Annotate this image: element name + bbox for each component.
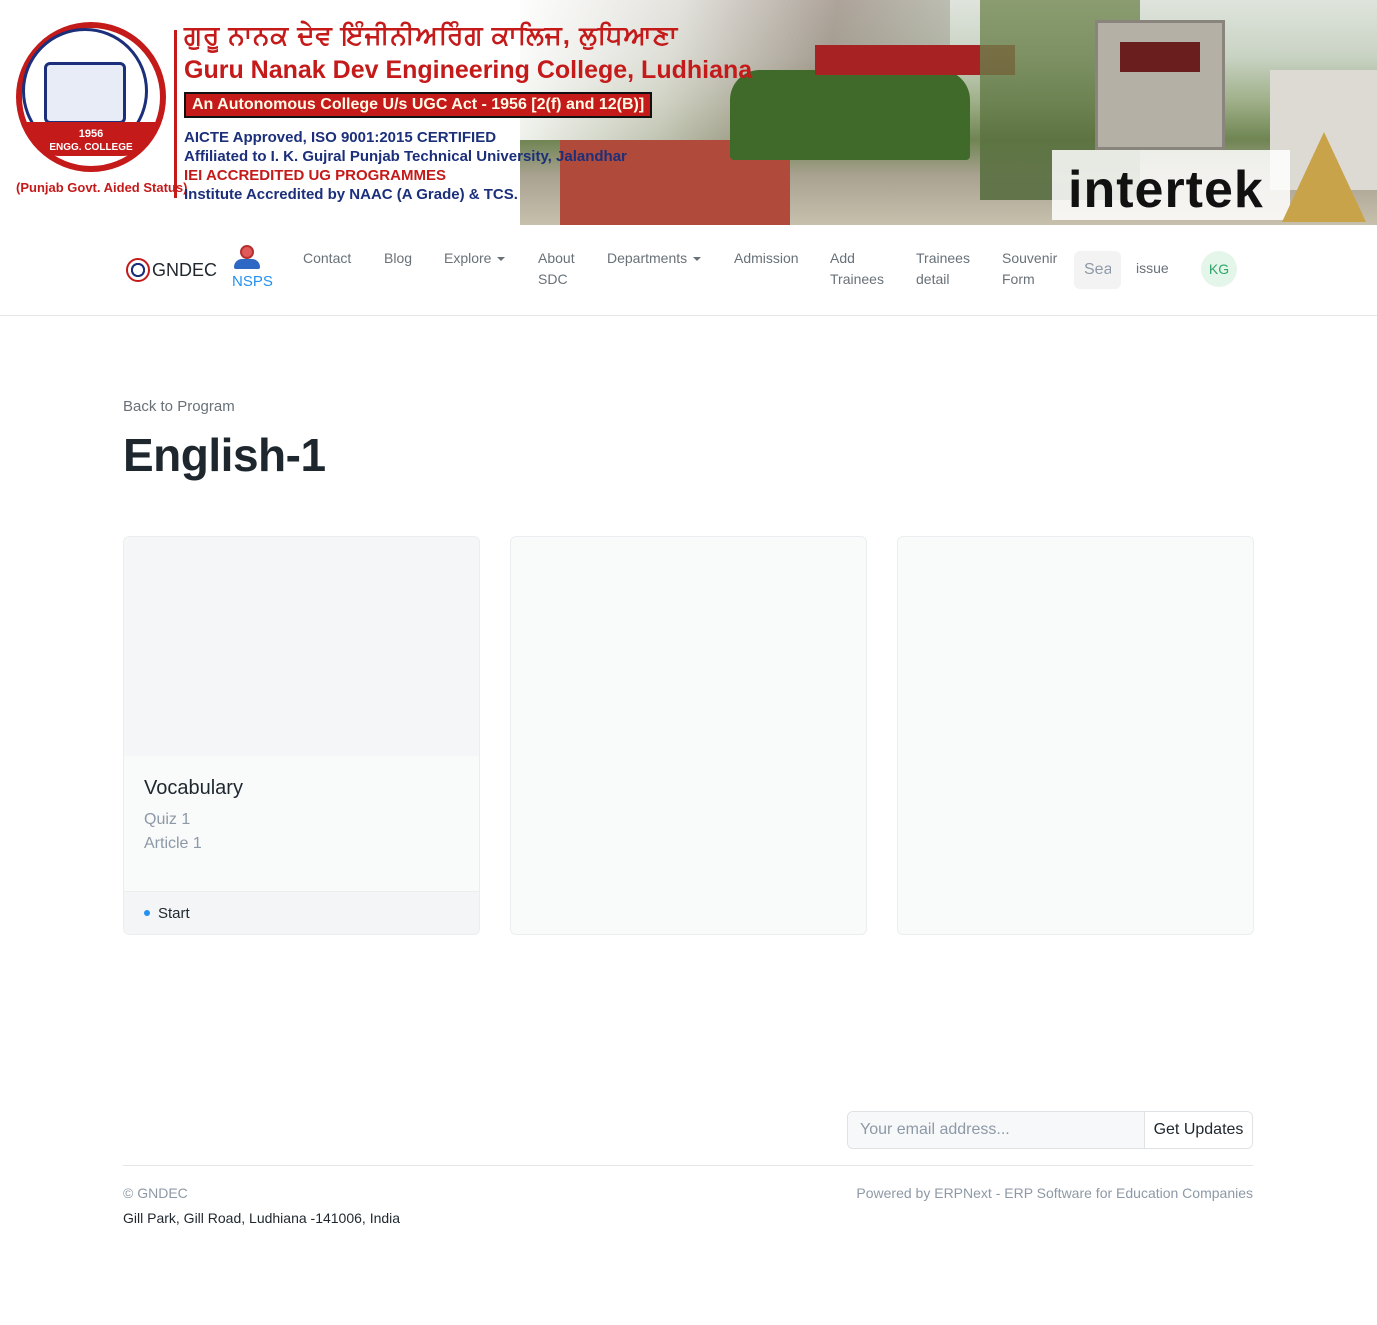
card-title: Vocabulary: [144, 777, 243, 799]
nsps-link[interactable]: NSPS: [232, 245, 282, 290]
header-banner: 1956 ENGG. COLLEGE (Punjab Govt. Aided S…: [0, 0, 1377, 225]
nav-souvenir-form[interactable]: Souvenir Form: [1002, 248, 1060, 290]
nav-add-trainees[interactable]: Add Trainees: [830, 248, 890, 290]
brand-link[interactable]: GNDEC: [126, 258, 217, 282]
nav-contact[interactable]: Contact: [303, 248, 351, 269]
nsps-icon: [232, 245, 262, 269]
banner-divider: [174, 30, 177, 198]
user-avatar[interactable]: KG: [1201, 251, 1237, 287]
copyright-text: © GNDEC: [123, 1185, 188, 1201]
college-emblem: 1956 ENGG. COLLEGE (Punjab Govt. Aided S…: [16, 22, 188, 198]
course-card[interactable]: Vocabulary Quiz 1 Article 1 Start: [123, 536, 480, 935]
card-meta-quiz: Quiz 1: [144, 811, 191, 828]
brand-name: GNDEC: [152, 259, 218, 280]
status-dot-icon: [144, 910, 150, 916]
college-title-english: Guru Nanak Dev Engineering College, Ludh…: [184, 56, 753, 84]
nav-issue[interactable]: issue: [1136, 258, 1169, 279]
nsps-label: NSPS: [232, 273, 273, 290]
powered-by-link[interactable]: Powered by ERPNext - ERP Software for Ed…: [856, 1185, 1253, 1201]
nav-about-sdc[interactable]: About SDC: [538, 248, 588, 290]
address-text: Gill Park, Gill Road, Ludhiana -141006, …: [123, 1210, 401, 1226]
course-card-empty: [510, 536, 867, 935]
nav-explore-dropdown[interactable]: Explore: [444, 248, 506, 269]
accreditation-lines: AICTE Approved, ISO 9001:2015 CERTIFIED …: [184, 129, 627, 203]
card-footer[interactable]: Start: [124, 891, 479, 934]
chevron-down-icon: [497, 257, 506, 262]
navbar: GNDEC NSPS Contact Blog Explore About SD…: [0, 225, 1377, 316]
college-logo-icon: [126, 258, 150, 282]
email-field[interactable]: [848, 1112, 1145, 1148]
nav-trainees-detail[interactable]: Trainees detail: [916, 248, 976, 290]
back-to-program-link[interactable]: Back to Program: [123, 398, 235, 415]
nav-explore-label: Explore: [444, 250, 492, 266]
card-image-placeholder: [124, 537, 479, 756]
nav-blog[interactable]: Blog: [384, 248, 412, 269]
intertek-logo: intertek: [1068, 161, 1264, 219]
subscribe-form: Get Updates: [847, 1111, 1253, 1149]
autonomous-badge: An Autonomous College U/s UGC Act - 1956…: [184, 92, 653, 118]
college-title-punjabi: ਗੁਰੂ ਨਾਨਕ ਦੇਵ ਇੰਜੀਨੀਅਰਿੰਗ ਕਾਲਿਜ, ਲੁਧਿਆਣਾ: [184, 20, 679, 50]
footer-divider: [123, 1165, 1253, 1166]
nav-departments-dropdown[interactable]: Departments: [607, 248, 702, 269]
nav-departments-label: Departments: [607, 250, 688, 266]
card-meta-article: Article 1: [144, 835, 202, 852]
emblem-caption: (Punjab Govt. Aided Status): [16, 180, 188, 195]
page-title: English-1: [123, 429, 326, 481]
get-updates-button[interactable]: Get Updates: [1145, 1112, 1252, 1148]
nav-admission[interactable]: Admission: [734, 248, 799, 269]
start-button[interactable]: Start: [158, 905, 190, 922]
course-card-empty: [897, 536, 1254, 935]
chevron-down-icon: [693, 257, 702, 262]
intertek-wing-icon: [1282, 132, 1366, 222]
search-input[interactable]: [1074, 251, 1121, 289]
